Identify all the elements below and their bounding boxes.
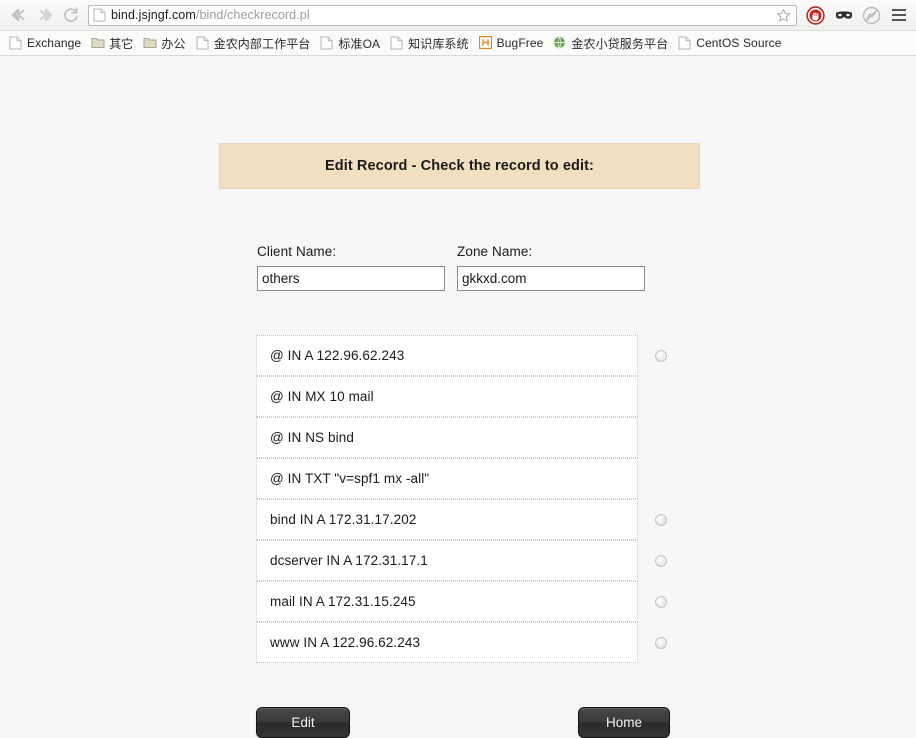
table-row[interactable]: @ IN A 122.96.62.243: [256, 335, 667, 376]
record-list: @ IN A 122.96.62.243 @ IN MX 10 mail @ I…: [256, 335, 667, 663]
bugfree-favicon: [478, 35, 492, 50]
record-radio-6[interactable]: [655, 595, 667, 608]
page-document-icon: [93, 8, 106, 22]
bookmark-label: 金农小贷服务平台: [571, 36, 669, 51]
reload-icon: [62, 6, 80, 24]
record-text: bind IN A 172.31.17.202: [270, 512, 417, 527]
bookmark-jinnong-loan[interactable]: 金农小贷服务平台: [548, 33, 673, 53]
client-name-group: Client Name:: [257, 244, 445, 291]
url-text: bind.jsjngf.com/bind/checkrecord.pl: [111, 8, 310, 22]
mask-icon[interactable]: [833, 5, 854, 26]
address-bar[interactable]: bind.jsjngf.com/bind/checkrecord.pl: [88, 4, 797, 26]
page-icon: [320, 36, 333, 50]
url-host: bind.jsjngf.com: [111, 8, 196, 22]
page-title-banner: Edit Record - Check the record to edit:: [219, 143, 700, 189]
bookmarks-bar: Exchange 其它 办公 金农内部工作平台 标准OA 知识库系统 BugFr…: [0, 31, 916, 56]
back-arrow-icon: [9, 6, 29, 24]
forward-button[interactable]: [32, 3, 58, 27]
client-name-label: Client Name:: [257, 244, 337, 259]
record-text: dcserver IN A 172.31.17.1: [270, 553, 428, 568]
bookmark-label: Exchange: [27, 36, 82, 50]
table-row[interactable]: www IN A 122.96.62.243: [256, 622, 667, 663]
record-radio-7[interactable]: [655, 636, 667, 649]
home-button[interactable]: Home: [578, 707, 670, 738]
table-row[interactable]: @ IN MX 10 mail: [256, 376, 638, 417]
bookmark-centos-source[interactable]: CentOS Source: [673, 33, 786, 53]
bookmark-folder-other[interactable]: 其它: [86, 33, 138, 53]
reload-button[interactable]: [58, 3, 84, 27]
browser-toolbar: bind.jsjngf.com/bind/checkrecord.pl: [0, 0, 916, 31]
bookmark-knowledge-base[interactable]: 知识库系统: [385, 33, 474, 53]
page-icon: [390, 36, 403, 50]
bookmark-label: 标准OA: [338, 36, 381, 51]
menu-line: [892, 19, 906, 21]
bookmark-bugfree[interactable]: BugFree: [474, 33, 549, 53]
bookmark-jinnong-platform[interactable]: 金农内部工作平台: [191, 33, 316, 53]
record-text: @ IN A 122.96.62.243: [270, 348, 405, 363]
page-icon: [9, 36, 22, 50]
folder-icon: [143, 36, 157, 50]
page-icon: [678, 36, 691, 50]
bookmark-label: BugFree: [496, 36, 544, 50]
green-globe-favicon: [553, 36, 567, 50]
record-text: @ IN NS bind: [270, 430, 354, 445]
browser-chrome: bind.jsjngf.com/bind/checkrecord.pl Exch…: [0, 0, 916, 56]
table-row[interactable]: mail IN A 172.31.15.245: [256, 581, 667, 622]
menu-line: [892, 14, 906, 16]
zone-name-input[interactable]: [457, 266, 645, 291]
bookmark-label: 办公: [161, 36, 186, 51]
table-row[interactable]: dcserver IN A 172.31.17.1: [256, 540, 667, 581]
zone-name-group: Zone Name:: [457, 244, 645, 291]
bookmark-standard-oa[interactable]: 标准OA: [315, 33, 385, 53]
extension-icons: [803, 5, 882, 26]
bookmark-label: 其它: [109, 36, 134, 51]
bookmark-star-icon[interactable]: [774, 6, 792, 24]
record-text: @ IN TXT "v=spf1 mx -all": [270, 471, 430, 486]
bookmark-folder-office[interactable]: 办公: [138, 33, 190, 53]
record-radio-4[interactable]: [655, 513, 667, 526]
record-text: mail IN A 172.31.15.245: [270, 594, 416, 609]
bookmark-label: 知识库系统: [408, 36, 469, 51]
edit-button[interactable]: Edit: [256, 707, 350, 738]
page-title: Edit Record - Check the record to edit:: [325, 158, 594, 174]
client-name-input[interactable]: [257, 266, 445, 291]
folder-icon: [91, 36, 105, 50]
hamburger-menu-icon[interactable]: [888, 4, 910, 26]
back-button[interactable]: [6, 3, 32, 27]
forward-arrow-icon: [35, 6, 55, 24]
adblock-icon[interactable]: [805, 5, 826, 26]
table-row[interactable]: bind IN A 172.31.17.202: [256, 499, 667, 540]
page-content: Edit Record - Check the record to edit: …: [0, 56, 916, 738]
record-text: @ IN MX 10 mail: [270, 389, 374, 404]
bookmark-label: 金农内部工作平台: [213, 36, 311, 51]
bookmark-exchange[interactable]: Exchange: [4, 33, 86, 53]
menu-line: [892, 9, 906, 11]
record-text: www IN A 122.96.62.243: [270, 635, 421, 650]
record-radio-0[interactable]: [655, 349, 667, 362]
page-icon: [196, 36, 209, 50]
noscript-icon[interactable]: [861, 5, 882, 26]
table-row[interactable]: @ IN NS bind: [256, 417, 638, 458]
table-row[interactable]: @ IN TXT "v=spf1 mx -all": [256, 458, 638, 499]
record-radio-5[interactable]: [655, 554, 667, 567]
zone-name-label: Zone Name:: [457, 244, 533, 259]
bookmark-label: CentOS Source: [696, 36, 782, 50]
url-path: /bind/checkrecord.pl: [195, 8, 310, 22]
